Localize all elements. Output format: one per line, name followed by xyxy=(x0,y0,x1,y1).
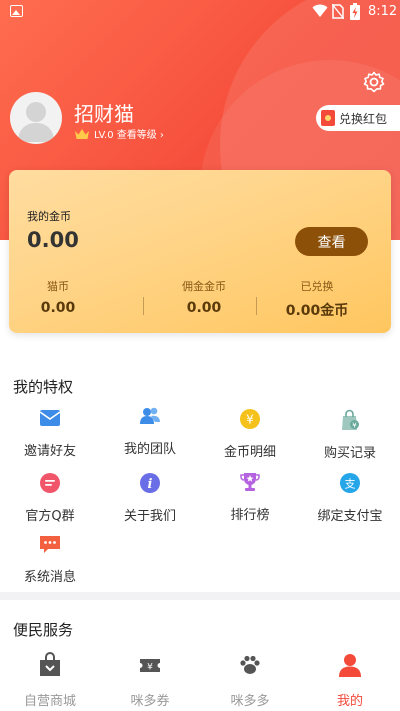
svg-text:i: i xyxy=(148,477,153,492)
alipay-icon: 支 xyxy=(340,473,360,493)
view-button[interactable]: 查看 xyxy=(295,227,368,256)
grid-item-purchase-record[interactable]: ¥ 购买记录 xyxy=(300,409,400,461)
username: 招财猫 xyxy=(74,102,134,126)
grid-item-system-message[interactable]: 系统消息 xyxy=(0,533,100,585)
nav-miduoduo[interactable]: 咪多多 xyxy=(200,652,300,709)
divider xyxy=(256,297,257,315)
level-link[interactable]: LV.0 查看等级 › xyxy=(74,126,164,141)
svg-text:¥: ¥ xyxy=(352,421,357,429)
mail-icon xyxy=(39,410,61,426)
nav-coupon[interactable]: ¥ 咪多券 xyxy=(100,652,200,709)
red-packet-icon xyxy=(321,110,335,126)
shop-bag-icon xyxy=(40,652,60,676)
team-icon xyxy=(140,407,160,424)
stat-label: 猫币 xyxy=(47,280,69,293)
grid-item-team[interactable]: 我的团队 xyxy=(100,405,200,457)
wifi-icon xyxy=(312,4,328,17)
status-bar: 8:12 xyxy=(0,0,400,24)
stat-maobi: 猫币 0.00 xyxy=(19,278,97,316)
grid-item-label: 我的团队 xyxy=(123,442,176,457)
default-avatar-icon xyxy=(18,102,54,142)
grid-item-label: 邀请好友 xyxy=(23,444,76,459)
stat-label: 佣金金币 xyxy=(182,280,226,293)
clock: 8:12 xyxy=(368,4,398,19)
coin-yen-icon: ¥ xyxy=(240,409,260,429)
grid-item-about[interactable]: i 关于我们 xyxy=(100,472,200,524)
stat-value: 0.00 xyxy=(40,300,76,316)
nav-label: 我的 xyxy=(336,694,363,709)
grid-item-label: 排行榜 xyxy=(230,508,270,523)
redeem-label: 兑换红包 xyxy=(339,111,388,126)
info-icon: i xyxy=(140,473,160,493)
grid-item-label: 官方Q群 xyxy=(25,509,75,524)
grid-item-ranking[interactable]: 排行榜 xyxy=(200,471,300,523)
shopping-bag-icon: ¥ xyxy=(342,409,359,430)
grid-item-label: 购买记录 xyxy=(323,446,376,461)
nav-label: 咪多券 xyxy=(130,694,170,709)
services-title: 便民服务 xyxy=(13,621,74,639)
coin-title: 我的金币 xyxy=(27,210,71,223)
redeem-redpacket-button[interactable]: 兑换红包 xyxy=(316,105,400,131)
nav-self-mall[interactable]: 自营商城 xyxy=(0,652,100,709)
gear-icon[interactable] xyxy=(362,70,386,94)
nav-mine[interactable]: 我的 xyxy=(300,652,400,709)
paw-icon xyxy=(240,655,260,674)
grid-item-label: 金币明细 xyxy=(223,445,276,460)
section-divider xyxy=(0,592,400,600)
coin-amount: 0.00 xyxy=(27,228,79,252)
coupon-icon: ¥ xyxy=(140,659,160,673)
stat-redeemed: 已兑换 0.00金币 xyxy=(271,278,363,320)
battery-charging-icon xyxy=(350,3,360,20)
level-text: LV.0 查看等级 › xyxy=(94,130,164,141)
avatar[interactable] xyxy=(10,92,62,144)
grid-item-label: 系统消息 xyxy=(23,570,76,585)
profile-icon xyxy=(339,654,361,677)
divider xyxy=(143,297,144,315)
trophy-icon xyxy=(240,473,260,491)
chat-icon xyxy=(40,473,60,493)
nav-label: 自营商城 xyxy=(23,694,76,709)
svg-text:¥: ¥ xyxy=(147,663,153,673)
message-icon xyxy=(40,536,60,553)
no-sim-icon xyxy=(332,4,344,19)
stat-value: 0.00 xyxy=(186,300,222,316)
grid-item-coin-detail[interactable]: ¥ 金币明细 xyxy=(200,408,300,460)
image-notification-icon xyxy=(10,5,23,17)
grid-item-label: 关于我们 xyxy=(123,509,176,524)
crown-icon xyxy=(75,128,89,139)
nav-label: 咪多多 xyxy=(230,694,270,709)
stat-commission: 佣金金币 0.00 xyxy=(159,278,249,316)
grid-item-qq-group[interactable]: 官方Q群 xyxy=(0,472,100,524)
svg-text:支: 支 xyxy=(345,478,356,491)
grid-item-invite[interactable]: 邀请好友 xyxy=(0,407,100,459)
grid-item-label: 绑定支付宝 xyxy=(317,509,383,524)
coin-card: 我的金币 0.00 查看 猫币 0.00 佣金金币 0.00 已兑换 0.00金… xyxy=(9,170,391,333)
stat-value: 0.00金币 xyxy=(285,303,349,319)
privileges-title: 我的特权 xyxy=(13,378,74,396)
svg-text:¥: ¥ xyxy=(246,413,254,427)
grid-item-bind-alipay[interactable]: 支 绑定支付宝 xyxy=(300,472,400,524)
stat-label: 已兑换 xyxy=(300,280,334,293)
